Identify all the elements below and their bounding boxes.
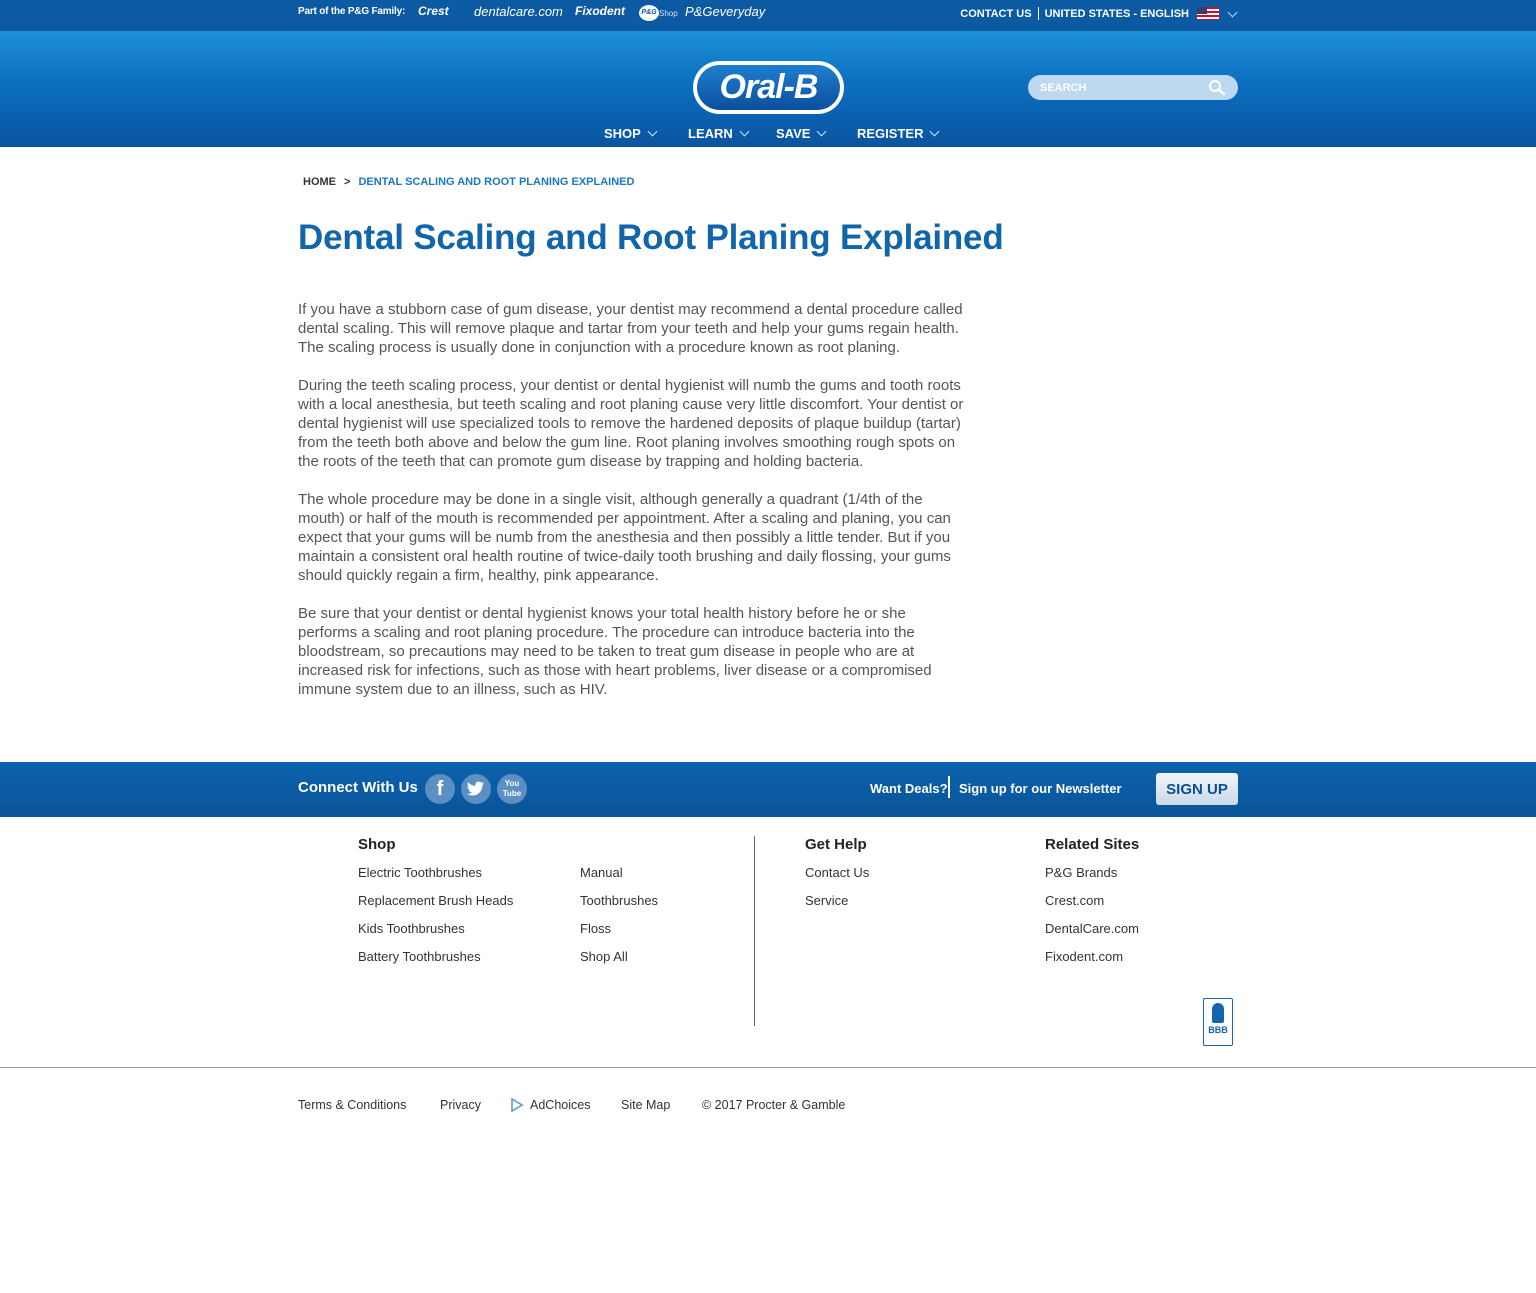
footer-related-title: Related Sites — [1045, 836, 1140, 853]
chevron-down-icon[interactable] — [1227, 7, 1238, 17]
chevron-down-icon — [647, 126, 658, 137]
footer-link[interactable]: Battery Toothbrushes — [358, 948, 513, 976]
footer-shop-column-2: Manual Toothbrushes Floss Shop All — [580, 864, 658, 976]
family-label: Part of the P&G Family: — [298, 6, 406, 17]
connect-label: Connect With Us — [298, 779, 418, 796]
chevron-down-icon — [930, 126, 940, 137]
article-body: If you have a stubborn case of gum disea… — [298, 300, 968, 718]
footer-link[interactable]: Shop All — [580, 948, 658, 976]
pg-family-bar: Part of the P&G Family: Crest dentalcare… — [0, 0, 1536, 31]
bbb-label: BBB — [1208, 1025, 1228, 1035]
footer-link[interactable]: Fixodent.com — [1045, 948, 1139, 976]
chevron-down-icon — [816, 126, 827, 137]
nav-shop-label: SHOP — [604, 126, 641, 141]
breadcrumb-home[interactable]: HOME — [303, 176, 336, 188]
footer-link[interactable]: Contact Us — [805, 864, 869, 892]
copyright-text: © 2017 Procter & Gamble — [702, 1098, 846, 1112]
facebook-icon[interactable]: f — [425, 774, 455, 804]
want-deals-label: Want Deals? — [870, 781, 948, 796]
article-paragraph: The whole procedure may be done in a sin… — [298, 491, 951, 584]
nav-register[interactable]: REGISTER — [857, 126, 940, 141]
footer-shop-column: Shop Electric Toothbrushes Replacement B… — [358, 836, 513, 976]
us-flag-icon[interactable] — [1197, 7, 1219, 20]
adchoices-icon — [511, 1098, 524, 1112]
oral-b-logo[interactable]: Oral-B — [693, 61, 844, 114]
sign-up-button[interactable]: SIGN UP — [1156, 773, 1238, 805]
footer-link[interactable]: Kids Toothbrushes — [358, 920, 513, 948]
youtube-glyph: You Tube — [502, 779, 522, 798]
footer-link[interactable]: Electric Toothbrushes — [358, 864, 513, 892]
contact-us-link[interactable]: CONTACT US — [960, 8, 1031, 20]
nav-register-label: REGISTER — [857, 126, 924, 141]
twitter-icon[interactable] — [461, 774, 491, 804]
footer-separator — [0, 1067, 1536, 1068]
fixodent-link[interactable]: Fixodent — [575, 4, 625, 18]
bbb-badge[interactable]: BBB — [1203, 998, 1233, 1046]
footer-link[interactable]: Floss — [580, 920, 658, 948]
pg-everyday-link[interactable]: P&Geveryday — [685, 4, 765, 19]
article-paragraph: If you have a stubborn case of gum disea… — [298, 301, 963, 356]
search-icon[interactable] — [1208, 79, 1226, 96]
bbb-torch-icon — [1212, 1003, 1224, 1023]
newsletter-label: Sign up for our Newsletter — [959, 781, 1122, 796]
footer-help-column: Get Help Contact Us Service — [805, 836, 869, 920]
search-box — [1028, 75, 1238, 100]
crest-link[interactable]: Crest — [418, 4, 449, 18]
divider — [1037, 7, 1039, 20]
footer-related-column: Related Sites P&G Brands Crest.com Denta… — [1045, 836, 1139, 976]
nav-shop[interactable]: SHOP — [604, 126, 658, 141]
nav-learn-label: LEARN — [688, 126, 733, 141]
chevron-down-icon — [739, 126, 750, 137]
footer-help-title: Get Help — [805, 836, 867, 853]
article-paragraph: During the teeth scaling process, your d… — [298, 377, 964, 470]
footer-shop-title: Shop — [358, 836, 396, 853]
search-input[interactable] — [1040, 79, 1200, 96]
footer-link[interactable]: P&G Brands — [1045, 864, 1139, 892]
twitter-bird-icon — [467, 781, 484, 796]
privacy-link[interactable]: Privacy — [440, 1098, 481, 1112]
footer-link[interactable]: Crest.com — [1045, 892, 1139, 920]
breadcrumb-separator: > — [344, 176, 351, 188]
footer-link[interactable]: Manual — [580, 864, 658, 892]
dentalcare-link[interactable]: dentalcare.com — [474, 4, 563, 19]
logo-text: Oral-B — [697, 65, 840, 110]
footer-link[interactable]: Replacement Brush Heads — [358, 892, 513, 920]
adchoices-label: AdChoices — [530, 1098, 591, 1112]
pg-shop-logo[interactable]: P&G — [639, 5, 659, 21]
terms-link[interactable]: Terms & Conditions — [298, 1098, 406, 1112]
pg-shop-label[interactable]: Shop — [659, 9, 678, 18]
nav-learn[interactable]: LEARN — [688, 126, 750, 141]
breadcrumb: HOME > DENTAL SCALING AND ROOT PLANING E… — [303, 176, 634, 188]
breadcrumb-current[interactable]: DENTAL SCALING AND ROOT PLANING EXPLAINE… — [358, 176, 634, 188]
region-selector[interactable]: UNITED STATES - ENGLISH — [1045, 8, 1189, 20]
youtube-icon[interactable]: You Tube — [497, 774, 527, 804]
footer-link[interactable]: Service — [805, 892, 869, 920]
site-header: Oral-B SHOP LEARN SAVE REGISTER — [0, 31, 1536, 147]
facebook-glyph: f — [436, 778, 444, 800]
sitemap-link[interactable]: Site Map — [621, 1098, 670, 1112]
footer-link[interactable]: Toothbrushes — [580, 892, 658, 920]
divider — [948, 776, 950, 798]
footer-divider — [754, 836, 755, 1026]
main-nav: SHOP LEARN SAVE REGISTER — [0, 126, 1536, 146]
footer-link[interactable]: DentalCare.com — [1045, 920, 1139, 948]
top-right-links: CONTACT US UNITED STATES - ENGLISH — [960, 7, 1238, 20]
nav-save[interactable]: SAVE — [776, 126, 827, 141]
connect-bar: Connect With Us f You Tube Want Deals? S… — [0, 762, 1536, 817]
page-title: Dental Scaling and Root Planing Explaine… — [298, 218, 1004, 257]
adchoices-link[interactable]: AdChoices — [510, 1098, 590, 1112]
nav-save-label: SAVE — [776, 126, 811, 141]
article-paragraph: Be sure that your dentist or dental hygi… — [298, 605, 932, 698]
